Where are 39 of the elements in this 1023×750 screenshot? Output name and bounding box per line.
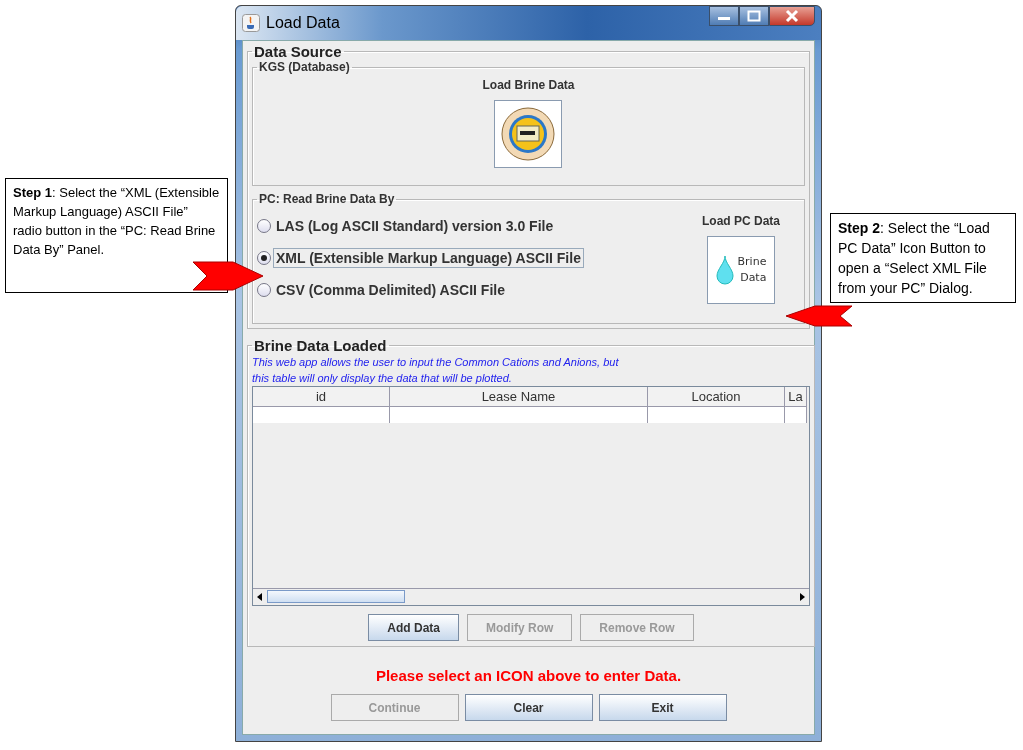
note-text: This web app allows the user to input the Common Cations and Anions, but: [252, 355, 620, 370]
brine-data-button[interactable]: Brine Data: [707, 236, 775, 304]
note-text: this table will only display the data that will be plotted.: [252, 371, 513, 386]
minimize-button[interactable]: [709, 6, 739, 26]
icon-caption: Data: [740, 270, 767, 286]
icon-caption: Brine: [737, 254, 767, 270]
callout-text: Step 1: Select the “XML (Extensible Markup Language) ASCII File” radio button in the “PC: Read Brine Data By” Panel.: [13, 185, 220, 257]
panel-title: KGS (Database): [258, 60, 351, 74]
window-title: Load Data: [266, 14, 341, 32]
dialog-button[interactable]: Exit: [598, 694, 727, 721]
radio-button[interactable]: [257, 283, 271, 297]
pointer-arrow: [785, 305, 853, 327]
column-header[interactable]: Lease Name: [390, 387, 648, 407]
panel-title: Brine Data Loaded: [253, 337, 388, 354]
button-label: Load PC Data: [702, 214, 780, 228]
status-message: Please select an ICON above to enter Data.: [374, 667, 683, 684]
close-button[interactable]: [769, 6, 815, 26]
radio-button[interactable]: [257, 219, 271, 233]
scroll-thumb[interactable]: [267, 590, 405, 603]
pointer-arrow: [192, 261, 264, 291]
radio-button[interactable]: [257, 251, 271, 265]
close-icon: [784, 9, 800, 23]
seal-icon-button[interactable]: [494, 100, 563, 168]
droplet-icon: [715, 255, 734, 285]
maximize-icon: [747, 10, 761, 22]
column-header[interactable]: id: [253, 387, 390, 407]
panel-title: Data Source: [253, 43, 343, 60]
column-header[interactable]: Location: [648, 387, 785, 407]
horizontal-scrollbar[interactable]: [253, 588, 809, 605]
maximize-button[interactable]: [739, 6, 769, 26]
radio-label: CSV (Comma Delimited) ASCII File: [276, 282, 505, 298]
panel-title: PC: Read Brine Data By: [258, 192, 396, 206]
cup-icon: [242, 14, 260, 32]
radio-option[interactable]: CSV (Comma Delimited) ASCII File: [257, 282, 584, 298]
callout-text: Step 2: Select the “Load PC Data” Icon Button to open a “Select XML File from your PC” Dialog.: [838, 220, 990, 296]
table-action-button[interactable]: Add Data: [368, 614, 459, 641]
button-label: Load Brine Data: [482, 78, 575, 92]
dialog-button[interactable]: Clear: [464, 694, 593, 721]
column-header[interactable]: La: [785, 387, 807, 407]
